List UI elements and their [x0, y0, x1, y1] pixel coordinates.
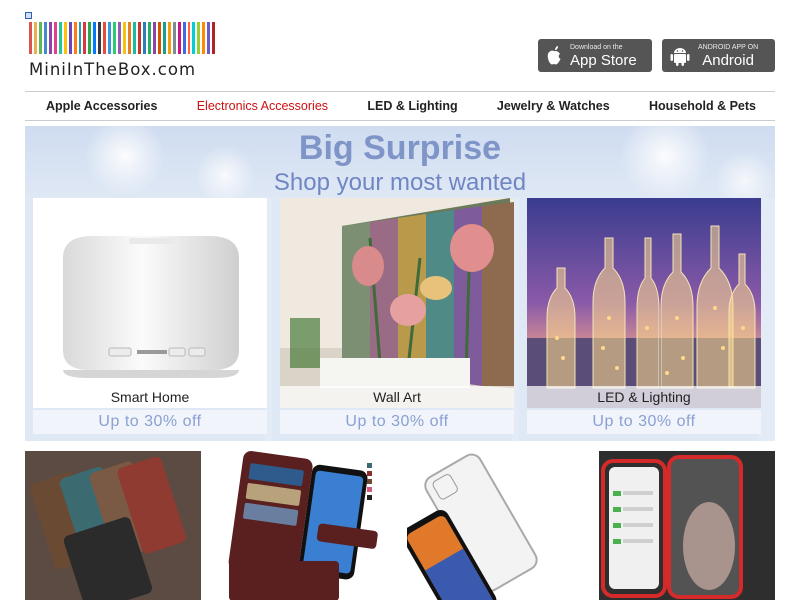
product-magnetic-metal-case[interactable]	[599, 451, 775, 600]
logo-stripe	[172, 22, 176, 54]
category-card-smart-home[interactable]: Smart Home Up to 30% off	[25, 198, 267, 441]
nav-item-electronics-accessories[interactable]: Electronics Accessories	[197, 99, 328, 113]
category-card-wall-art[interactable]: Wall Art Up to 30% off	[272, 198, 514, 441]
logo-stripe	[177, 22, 181, 54]
logo-stripe	[212, 22, 216, 54]
logo-stripe	[152, 22, 156, 54]
clear-phone-case-image	[407, 451, 583, 600]
logo-stripe	[113, 22, 117, 54]
category-nav: Apple Accessories Electronics Accessorie…	[25, 91, 775, 121]
logo-text: MiniInTheBox.com	[29, 60, 197, 79]
android-big-label: Android	[702, 51, 754, 69]
logo-stripe	[53, 22, 57, 54]
android-robot-icon	[670, 47, 690, 66]
logo-stripe	[202, 22, 206, 54]
logo-stripe	[88, 22, 92, 54]
card-label: LED & Lighting	[527, 386, 761, 408]
site-logo[interactable]: MiniInTheBox.com	[29, 22, 216, 82]
category-card-led-lighting[interactable]: LED & Lighting Up to 30% off	[519, 198, 761, 441]
logo-stripe	[108, 22, 112, 54]
logo-stripe	[137, 22, 141, 54]
logo-stripe	[48, 22, 52, 54]
logo-stripe	[58, 22, 62, 54]
leather-wallet-cases-image	[25, 451, 201, 600]
nav-item-household-pets[interactable]: Household & Pets	[649, 99, 756, 113]
app-store-big-label: App Store	[570, 51, 637, 69]
logo-stripe	[103, 22, 107, 54]
card-promo: Up to 30% off	[33, 410, 267, 434]
product-clear-phone-case[interactable]	[407, 451, 583, 600]
logo-stripe	[157, 22, 161, 54]
logo-stripe	[118, 22, 122, 54]
nav-item-apple-accessories[interactable]: Apple Accessories	[46, 99, 157, 113]
logo-stripe	[83, 22, 87, 54]
banner-subtitle: Shop your most wanted	[273, 169, 527, 196]
logo-stripe	[33, 22, 37, 54]
magnetic-metal-case-image	[599, 451, 775, 600]
nav-item-led-lighting[interactable]: LED & Lighting	[367, 99, 457, 113]
logo-stripe	[197, 22, 201, 54]
bottle-lights-image	[527, 198, 761, 408]
logo-stripe	[207, 22, 211, 54]
card-label: Wall Art	[280, 386, 514, 408]
card-promo: Up to 30% off	[280, 410, 514, 434]
logo-stripe	[78, 22, 82, 54]
humidifier-image	[33, 198, 267, 408]
logo-barcode-icon	[29, 22, 216, 54]
logo-stripe	[167, 22, 171, 54]
logo-stripe	[63, 22, 67, 54]
logo-stripe	[123, 22, 127, 54]
product-leather-wallet-cases[interactable]	[25, 451, 201, 600]
wall-art-image	[280, 198, 514, 408]
promo-banner[interactable]: Big Surprise Shop your most wanted Smart…	[25, 126, 775, 441]
logo-stripe	[93, 22, 97, 54]
logo-stripe	[38, 22, 42, 54]
banner-header: Big Surprise Shop your most wanted	[25, 126, 775, 198]
android-small-label: ANDROID APP ON	[698, 43, 759, 51]
card-promo: Up to 30% off	[527, 410, 761, 434]
apple-icon	[547, 45, 561, 64]
app-store-small-label: Download on the	[570, 43, 623, 51]
banner-title: Big Surprise	[298, 129, 502, 167]
logo-stripe	[98, 22, 102, 54]
wallet-phone-case-image	[219, 451, 390, 600]
logo-stripe	[73, 22, 77, 54]
logo-stripe	[142, 22, 146, 54]
logo-stripe	[182, 22, 186, 54]
broken-image-icon	[25, 12, 32, 19]
logo-stripe	[147, 22, 151, 54]
app-store-button[interactable]: Download on the App Store	[538, 39, 652, 72]
card-label: Smart Home	[33, 386, 267, 408]
logo-stripe	[133, 22, 136, 54]
logo-stripe	[192, 22, 196, 54]
logo-stripe	[29, 22, 32, 54]
logo-stripe	[187, 22, 191, 54]
logo-stripe	[43, 22, 47, 54]
logo-stripe	[162, 22, 166, 54]
logo-stripe	[68, 22, 72, 54]
product-wallet-phone-case[interactable]	[219, 451, 390, 600]
logo-stripe	[128, 22, 132, 54]
nav-item-jewelry-watches[interactable]: Jewelry & Watches	[497, 99, 610, 113]
android-app-button[interactable]: ANDROID APP ON Android	[662, 39, 775, 72]
